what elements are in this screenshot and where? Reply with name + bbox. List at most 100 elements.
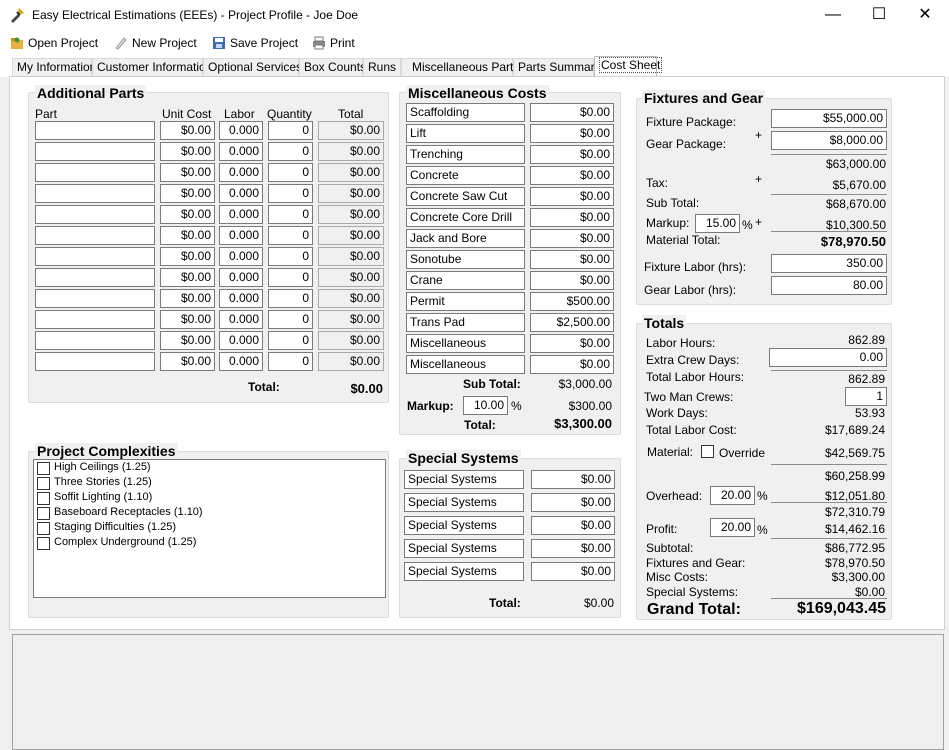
special-system-name-input[interactable]: Special Systems <box>404 470 524 489</box>
unit-cost-input[interactable]: $0.00 <box>160 331 215 350</box>
gear-package-input[interactable]: $8,000.00 <box>771 131 887 150</box>
misc-cost-value-input[interactable]: $500.00 <box>530 292 614 311</box>
misc-cost-name-input[interactable]: Miscellaneous <box>406 355 525 374</box>
misc-markup-input[interactable]: 10.00 <box>463 396 508 415</box>
part-name-input[interactable] <box>35 268 155 287</box>
quantity-input[interactable]: 0 <box>268 331 313 350</box>
unit-cost-input[interactable]: $0.00 <box>160 163 215 182</box>
part-name-input[interactable] <box>35 310 155 329</box>
part-name-input[interactable] <box>35 289 155 308</box>
misc-cost-value-input[interactable]: $0.00 <box>530 145 614 164</box>
tab-customer-information[interactable]: Customer Information <box>92 58 212 77</box>
labor-input[interactable]: 0.000 <box>219 163 263 182</box>
complexity-checkbox[interactable] <box>37 537 50 550</box>
misc-cost-value-input[interactable]: $0.00 <box>530 208 614 227</box>
quantity-input[interactable]: 0 <box>268 268 313 287</box>
misc-cost-name-input[interactable]: Concrete Saw Cut <box>406 187 525 206</box>
misc-cost-name-input[interactable]: Jack and Bore <box>406 229 525 248</box>
special-system-value-input[interactable]: $0.00 <box>531 562 615 581</box>
misc-cost-name-input[interactable]: Trans Pad <box>406 313 525 332</box>
save-project-button[interactable]: Save Project <box>212 34 298 52</box>
tab-box-counts[interactable]: Box Counts <box>299 58 366 77</box>
tab-cost-sheet[interactable]: Cost Sheet <box>594 56 663 77</box>
tab-miscellaneous-parts[interactable]: Miscellaneous Parts <box>401 58 519 77</box>
misc-cost-name-input[interactable]: Concrete <box>406 166 525 185</box>
quantity-input[interactable]: 0 <box>268 184 313 203</box>
labor-input[interactable]: 0.000 <box>219 310 263 329</box>
extra-crew-days-input[interactable]: 0.00 <box>769 348 887 367</box>
quantity-input[interactable]: 0 <box>268 163 313 182</box>
close-button[interactable]: ✕ <box>902 0 948 31</box>
quantity-input[interactable]: 0 <box>268 205 313 224</box>
special-system-name-input[interactable]: Special Systems <box>404 562 524 581</box>
quantity-input[interactable]: 0 <box>268 142 313 161</box>
misc-cost-name-input[interactable]: Lift <box>406 124 525 143</box>
part-name-input[interactable] <box>35 226 155 245</box>
part-name-input[interactable] <box>35 247 155 266</box>
labor-input[interactable]: 0.000 <box>219 268 263 287</box>
profit-input[interactable]: 20.00 <box>710 518 755 537</box>
labor-input[interactable]: 0.000 <box>219 247 263 266</box>
unit-cost-input[interactable]: $0.00 <box>160 310 215 329</box>
misc-cost-value-input[interactable]: $0.00 <box>530 166 614 185</box>
labor-input[interactable]: 0.000 <box>219 121 263 140</box>
unit-cost-input[interactable]: $0.00 <box>160 289 215 308</box>
fixtures-markup-input[interactable]: 15.00 <box>695 214 740 233</box>
misc-cost-name-input[interactable]: Concrete Core Drill <box>406 208 525 227</box>
misc-cost-value-input[interactable]: $0.00 <box>530 355 614 374</box>
fixture-package-input[interactable]: $55,000.00 <box>771 109 887 128</box>
misc-cost-value-input[interactable]: $0.00 <box>530 334 614 353</box>
gear-labor-input[interactable]: 80.00 <box>771 276 887 295</box>
labor-input[interactable]: 0.000 <box>219 352 263 371</box>
maximize-button[interactable]: ☐ <box>856 0 902 31</box>
unit-cost-input[interactable]: $0.00 <box>160 352 215 371</box>
misc-cost-value-input[interactable]: $0.00 <box>530 271 614 290</box>
unit-cost-input[interactable]: $0.00 <box>160 184 215 203</box>
labor-input[interactable]: 0.000 <box>219 205 263 224</box>
misc-cost-name-input[interactable]: Sonotube <box>406 250 525 269</box>
fixture-labor-input[interactable]: 350.00 <box>771 254 887 273</box>
misc-cost-value-input[interactable]: $0.00 <box>530 124 614 143</box>
quantity-input[interactable]: 0 <box>268 310 313 329</box>
labor-input[interactable]: 0.000 <box>219 142 263 161</box>
unit-cost-input[interactable]: $0.00 <box>160 268 215 287</box>
complexity-checkbox[interactable] <box>37 492 50 505</box>
misc-cost-value-input[interactable]: $0.00 <box>530 250 614 269</box>
misc-cost-value-input[interactable]: $0.00 <box>530 187 614 206</box>
tab-optional-services[interactable]: Optional Services <box>203 58 302 77</box>
special-system-value-input[interactable]: $0.00 <box>531 493 615 512</box>
misc-cost-name-input[interactable]: Crane <box>406 271 525 290</box>
complexity-checkbox[interactable] <box>37 477 50 490</box>
quantity-input[interactable]: 0 <box>268 121 313 140</box>
override-checkbox[interactable] <box>701 445 714 458</box>
quantity-input[interactable]: 0 <box>268 289 313 308</box>
special-system-value-input[interactable]: $0.00 <box>531 470 615 489</box>
quantity-input[interactable]: 0 <box>268 247 313 266</box>
unit-cost-input[interactable]: $0.00 <box>160 142 215 161</box>
open-project-button[interactable]: Open Project <box>10 34 98 52</box>
complexity-checkbox[interactable] <box>37 507 50 520</box>
part-name-input[interactable] <box>35 142 155 161</box>
tab-my-information[interactable]: My Information <box>12 58 96 77</box>
part-name-input[interactable] <box>35 331 155 350</box>
minimize-button[interactable]: — <box>810 0 856 31</box>
special-system-value-input[interactable]: $0.00 <box>531 516 615 535</box>
complexity-checkbox[interactable] <box>37 462 50 475</box>
unit-cost-input[interactable]: $0.00 <box>160 205 215 224</box>
misc-cost-name-input[interactable]: Miscellaneous <box>406 334 525 353</box>
complexity-checkbox[interactable] <box>37 522 50 535</box>
labor-input[interactable]: 0.000 <box>219 331 263 350</box>
tab-parts-summary[interactable]: Parts Summary <box>513 58 601 77</box>
unit-cost-input[interactable]: $0.00 <box>160 226 215 245</box>
labor-input[interactable]: 0.000 <box>219 226 263 245</box>
quantity-input[interactable]: 0 <box>268 352 313 371</box>
misc-cost-value-input[interactable]: $2,500.00 <box>530 313 614 332</box>
misc-cost-value-input[interactable]: $0.00 <box>530 229 614 248</box>
unit-cost-input[interactable]: $0.00 <box>160 247 215 266</box>
part-name-input[interactable] <box>35 205 155 224</box>
labor-input[interactable]: 0.000 <box>219 184 263 203</box>
misc-cost-name-input[interactable]: Scaffolding <box>406 103 525 122</box>
labor-input[interactable]: 0.000 <box>219 289 263 308</box>
special-system-name-input[interactable]: Special Systems <box>404 493 524 512</box>
misc-cost-name-input[interactable]: Trenching <box>406 145 525 164</box>
